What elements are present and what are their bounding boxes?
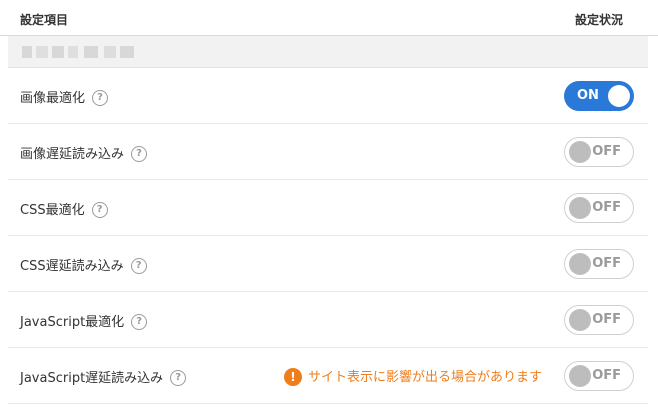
toggle-state-label: OFF [592, 368, 621, 383]
settings-row-js-optimization: JavaScript最適化? OFF [8, 292, 648, 348]
header-setting-status: 設定状況 [575, 13, 624, 27]
question-circle-icon[interactable]: ? [91, 201, 108, 218]
settings-row-css-optimization: CSS最適化? OFF [8, 180, 648, 236]
row-label: 画像遅延読み込み? [20, 143, 148, 163]
toggle-knob [608, 85, 630, 107]
settings-row-css-lazy-load: CSS遅延読み込み? OFF [8, 236, 648, 292]
toggle-switch[interactable]: OFF [564, 249, 634, 279]
row-label-text: 画像最適化 [20, 91, 86, 106]
toggle-knob [569, 253, 591, 275]
row-label-text: 画像遅延読み込み [20, 147, 125, 162]
toggle-switch[interactable]: OFF [564, 193, 634, 223]
warning-text: サイト表示に影響が出る場合があります [308, 370, 543, 385]
row-label: JavaScript最適化? [20, 311, 148, 331]
toggle-state-label: OFF [592, 144, 621, 159]
section-header-bar [8, 36, 648, 68]
row-label-text: CSS最適化 [20, 203, 85, 218]
header-setting-item: 設定項目 [20, 13, 69, 27]
toggle-state-label: OFF [592, 312, 621, 327]
toggle-state-label: ON [577, 88, 599, 103]
settings-row-image-lazy-load: 画像遅延読み込み? OFF [8, 124, 648, 180]
toggle-knob [569, 309, 591, 331]
toggle-state-label: OFF [592, 256, 621, 271]
warning-message: ! サイト表示に影響が出る場合があります [284, 366, 542, 387]
toggle-knob [569, 197, 591, 219]
toggle-switch[interactable]: ON [564, 81, 634, 111]
toggle-switch[interactable]: OFF [564, 137, 634, 167]
row-label-text: JavaScript遅延読み込み [20, 371, 164, 386]
row-label-text: JavaScript最適化 [20, 315, 125, 330]
toggle-state-label: OFF [592, 200, 621, 215]
toggle-switch[interactable]: OFF [564, 305, 634, 335]
row-label: CSS最適化? [20, 199, 108, 219]
question-circle-icon[interactable]: ? [130, 257, 147, 274]
question-circle-icon[interactable]: ? [170, 369, 187, 386]
row-label: 画像最適化? [20, 87, 109, 107]
row-label: CSS遅延読み込み? [20, 255, 147, 275]
toggle-switch[interactable]: OFF [564, 361, 634, 391]
question-circle-icon[interactable]: ? [92, 89, 109, 106]
question-circle-icon[interactable]: ? [131, 313, 148, 330]
toggle-knob [569, 365, 591, 387]
toggle-knob [569, 141, 591, 163]
blurred-section-title [22, 46, 142, 58]
question-circle-icon[interactable]: ? [131, 145, 148, 162]
row-label: JavaScript遅延読み込み? [20, 367, 187, 387]
settings-table-header: 設定項目 設定状況 [0, 0, 658, 36]
settings-row-js-lazy-load: JavaScript遅延読み込み? ! サイト表示に影響が出る場合があります OF… [8, 348, 648, 404]
row-label-text: CSS遅延読み込み [20, 259, 124, 274]
settings-row-image-optimization: 画像最適化? ON [8, 68, 648, 124]
exclamation-icon: ! [284, 367, 302, 386]
